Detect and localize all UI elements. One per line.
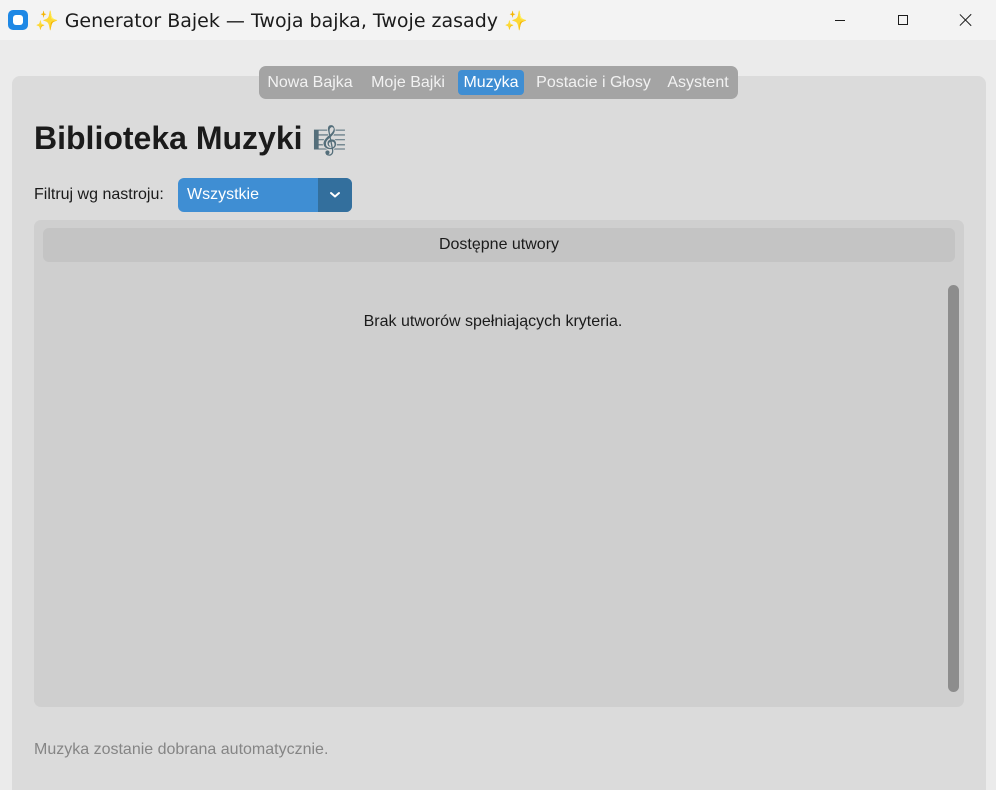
tracks-scrollbar[interactable] bbox=[948, 285, 959, 692]
app-icon bbox=[8, 10, 28, 30]
empty-state-message: Brak utworów spełniających kryteria. bbox=[363, 313, 623, 330]
title-bar: ✨ Generator Bajek — Twoja bajka, Twoje z… bbox=[0, 0, 996, 40]
maximize-icon bbox=[898, 15, 908, 25]
dropdown-toggle[interactable] bbox=[318, 178, 352, 212]
page-title: Biblioteka Muzyki bbox=[34, 120, 303, 156]
tracks-list bbox=[34, 220, 964, 707]
tab-nowa-bajka[interactable]: Nowa Bajka bbox=[264, 70, 356, 95]
mood-filter-value: Wszystkie bbox=[187, 186, 259, 203]
footer-note: Muzyka zostanie dobrana automatycznie. bbox=[34, 741, 329, 758]
filter-label: Filtruj wg nastroju: bbox=[34, 186, 164, 203]
chevron-down-icon bbox=[330, 192, 340, 198]
music-score-icon: 🎼 bbox=[312, 124, 347, 157]
window-title: ✨ Generator Bajek — Twoja bajka, Twoje z… bbox=[35, 10, 528, 32]
tracks-header: Dostępne utwory bbox=[43, 228, 955, 262]
tab-bar: Nowa Bajka Moje Bajki Muzyka Postacie i … bbox=[259, 66, 738, 99]
minimize-button[interactable] bbox=[808, 0, 872, 40]
maximize-button[interactable] bbox=[871, 0, 935, 40]
tab-postacie-i-glosy[interactable]: Postacie i Głosy bbox=[531, 70, 656, 95]
tab-moje-bajki[interactable]: Moje Bajki bbox=[364, 70, 452, 95]
tab-muzyka[interactable]: Muzyka bbox=[458, 70, 524, 95]
close-button[interactable] bbox=[934, 0, 996, 40]
tab-asystent[interactable]: Asystent bbox=[663, 70, 733, 95]
close-icon bbox=[959, 13, 973, 27]
minimize-icon bbox=[835, 19, 845, 21]
mood-filter-dropdown[interactable]: Wszystkie bbox=[178, 178, 352, 212]
